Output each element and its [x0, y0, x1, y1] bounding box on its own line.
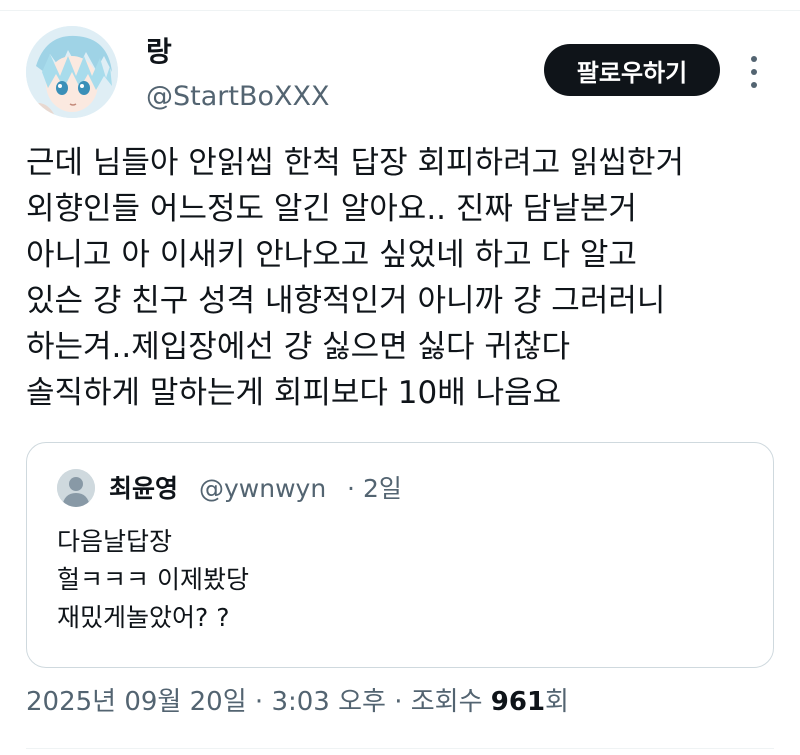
- author-avatar[interactable]: [26, 26, 118, 118]
- tweet-text-line: 근데 님들아 안읽씹 한척 답장 회피하려고 읽씹한거: [26, 145, 685, 181]
- meta-separator: ·: [246, 687, 272, 717]
- tweet-text-line: 있슨 걍 친구 성격 내향적인거 아니까 걍 그러러니: [26, 283, 666, 319]
- more-dot: [751, 82, 757, 88]
- default-avatar-icon: [57, 469, 95, 507]
- tweet-text-line: 솔직하게 말하는게 회피보다 10배 나음요: [26, 375, 562, 411]
- views-label: 조회수: [410, 687, 491, 717]
- more-vertical-icon[interactable]: [740, 52, 768, 92]
- quoted-text-line: 다음날답장: [57, 527, 173, 556]
- tweet-text-line: 외향인들 어느정도 알긴 알아요.. 진짜 담날본거: [26, 191, 637, 227]
- more-dot: [751, 69, 757, 75]
- quoted-separator: ·: [347, 474, 355, 503]
- meta-separator: ·: [385, 687, 411, 717]
- quoted-time[interactable]: 2일: [363, 473, 402, 505]
- quoted-tweet-text: 다음날답장 헐ㅋㅋㅋ 이제봤당 재밌게놀았어? ?: [57, 523, 249, 637]
- quoted-text-line: 재밌게놀았어? ?: [57, 603, 230, 632]
- quoted-text-line: 헐ㅋㅋㅋ 이제봤당: [57, 565, 249, 594]
- quoted-author-avatar[interactable]: [57, 469, 95, 507]
- tweet-time[interactable]: 3:03 오후: [271, 687, 386, 717]
- quoted-author-name[interactable]: 최윤영: [109, 473, 178, 505]
- tweet-text-line: 아니고 아 이새키 안나오고 싶었네 하고 다 알고: [26, 237, 637, 273]
- bottom-divider: [26, 748, 774, 749]
- top-divider: [0, 10, 800, 11]
- quoted-tweet-card[interactable]: 최윤영 @ywnwyn · 2일 다음날답장 헐ㅋㅋㅋ 이제봤당 재밌게놀았어?…: [26, 442, 774, 668]
- tweet-text-line: 하는겨..제입장에선 걍 싫으면 싫다 귀찮다: [26, 329, 570, 365]
- quoted-author-handle[interactable]: @ywnwyn: [199, 473, 326, 505]
- follow-button[interactable]: 팔로우하기: [544, 44, 720, 96]
- author-name[interactable]: 랑: [146, 34, 172, 70]
- views-count: 961: [490, 687, 546, 717]
- views-suffix: 회: [545, 687, 569, 717]
- tweet-text: 근데 님들아 안읽씹 한척 답장 회피하려고 읽씹한거 외향인들 어느정도 알긴…: [26, 140, 786, 416]
- author-handle[interactable]: @StartBoXXX: [146, 80, 330, 114]
- more-dot: [751, 56, 757, 62]
- tweet-meta: 2025년 09월 20일 · 3:03 오후 · 조회수 961회: [26, 684, 569, 720]
- avatar-image: [26, 26, 118, 118]
- tweet-date[interactable]: 2025년 09월 20일: [26, 687, 247, 717]
